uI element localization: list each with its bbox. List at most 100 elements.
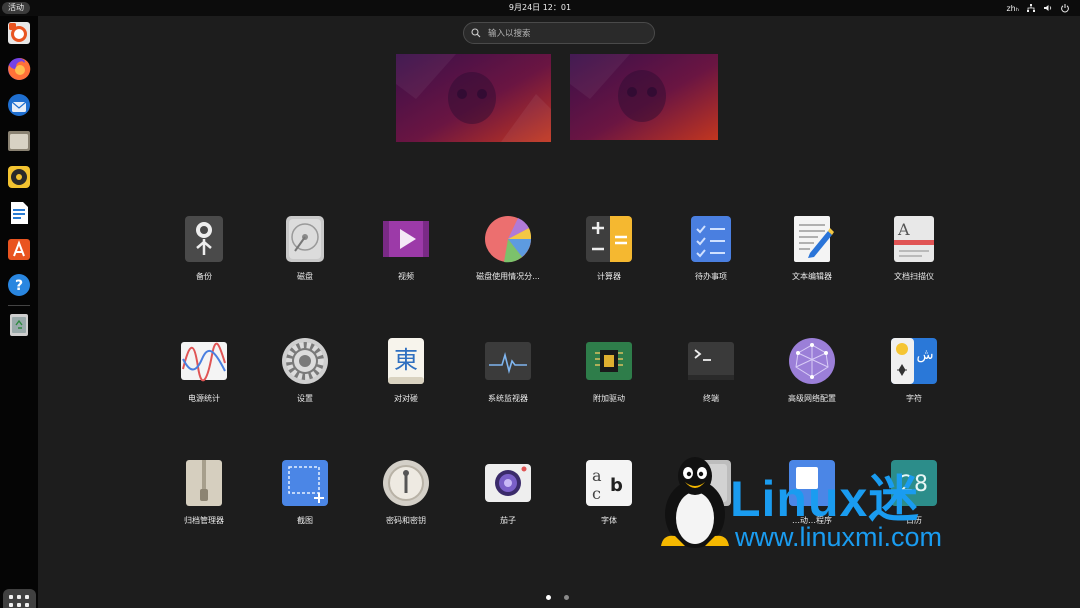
thunderbird-icon[interactable] — [6, 92, 32, 118]
app-fonts[interactable]: acb 字体 — [559, 459, 659, 526]
app-additional-drivers[interactable]: 附加驱动 — [559, 337, 659, 404]
app-passwords-keys[interactable]: 密码和密钥 — [356, 459, 456, 526]
search-field[interactable]: 输入以搜索 — [463, 22, 655, 44]
page-dot-1[interactable] — [546, 595, 551, 600]
app-label: 磁盘 — [297, 272, 313, 281]
software-updater-icon[interactable] — [6, 20, 32, 46]
app-document-scanner[interactable]: A 文档扫描仪 — [864, 215, 964, 282]
document-scanner-icon: A — [894, 216, 934, 262]
dock-separator — [8, 305, 30, 306]
power-icon[interactable] — [1060, 3, 1070, 13]
app-characters[interactable]: ش 字符 — [864, 337, 964, 404]
svg-text:?: ? — [15, 278, 23, 294]
app-calculator[interactable]: 计算器 — [559, 215, 659, 282]
svg-text:東: 東 — [394, 346, 418, 374]
passwords-keys-icon — [383, 460, 429, 506]
clock[interactable]: 9月24日 12：01 — [0, 2, 1080, 14]
app-label: 电源统计 — [188, 394, 220, 403]
top-bar: 活动 9月24日 12：01 zhₕ — [0, 0, 1080, 16]
network-icon[interactable] — [1026, 3, 1036, 13]
workspace-thumbnail-1[interactable] — [396, 54, 551, 142]
tux-penguin-logo — [661, 457, 729, 548]
videos-icon — [383, 221, 429, 257]
svg-text:a: a — [592, 466, 602, 485]
svg-text:b: b — [610, 475, 623, 496]
archive-manager-icon — [186, 460, 222, 506]
system-monitor-icon — [485, 342, 531, 380]
system-tray[interactable]: zhₕ — [1006, 2, 1070, 14]
calculator-icon — [586, 216, 632, 262]
cheese-icon — [485, 464, 531, 502]
power-statistics-icon — [181, 342, 227, 382]
svg-text:c: c — [592, 484, 601, 503]
app-center-icon[interactable] — [6, 236, 32, 262]
dock: ? — [0, 16, 38, 608]
app-label: 高级网络配置 — [788, 394, 836, 403]
firefox-icon[interactable] — [6, 56, 32, 82]
trash-icon[interactable] — [6, 312, 32, 338]
app-videos[interactable]: 视频 — [356, 215, 456, 282]
svg-text:A: A — [897, 220, 910, 239]
app-label: 计算器 — [597, 272, 621, 281]
characters-icon: ش — [891, 338, 937, 384]
app-label: 待办事项 — [695, 272, 727, 281]
app-disk-usage[interactable]: 磁盘使用情况分... — [458, 215, 558, 282]
watermark-title: Linux迷 — [730, 471, 920, 527]
todo-icon — [691, 216, 731, 262]
app-label: 对对碰 — [394, 394, 418, 403]
watermark-url: www.linuxmi.com — [735, 522, 943, 552]
page-indicator[interactable] — [546, 595, 569, 600]
app-settings[interactable]: 设置 — [255, 337, 355, 404]
app-label: 设置 — [297, 394, 313, 403]
volume-icon[interactable] — [1043, 3, 1053, 13]
show-apps-button[interactable] — [3, 589, 36, 608]
terminal-icon — [688, 342, 734, 380]
language-indicator[interactable]: zhₕ — [1006, 4, 1019, 13]
workspace-thumbnail-2[interactable] — [570, 54, 725, 142]
app-label: 茄子 — [500, 516, 516, 525]
app-label: 文本编辑器 — [792, 272, 832, 281]
text-editor-icon — [794, 216, 834, 262]
app-label: 归档管理器 — [184, 516, 224, 525]
fonts-icon: ac b — [586, 460, 632, 506]
app-todo[interactable]: 待办事项 — [661, 215, 761, 282]
app-label: 系统监视器 — [488, 394, 528, 403]
app-network-config[interactable]: 高级网络配置 — [762, 337, 862, 404]
app-system-monitor[interactable]: 系统监视器 — [458, 337, 558, 404]
additional-drivers-icon — [586, 342, 632, 380]
app-label: 文档扫描仪 — [894, 272, 934, 281]
app-mahjongg[interactable]: 東 对对碰 — [356, 337, 456, 404]
settings-icon — [282, 338, 328, 384]
app-terminal[interactable]: 终端 — [661, 337, 761, 404]
app-screenshot[interactable]: 截图 — [255, 459, 355, 526]
mahjongg-icon: 東 — [388, 338, 424, 384]
app-label: 截图 — [297, 516, 313, 525]
app-label: 备份 — [196, 272, 212, 281]
activities-button[interactable]: 活动 — [2, 2, 30, 14]
app-text-editor[interactable]: 文本编辑器 — [762, 215, 862, 282]
page-dot-2[interactable] — [564, 595, 569, 600]
disks-icon — [286, 216, 324, 262]
libreoffice-writer-icon[interactable] — [6, 200, 32, 226]
app-power-statistics[interactable]: 电源统计 — [154, 337, 254, 404]
app-label: 磁盘使用情况分... — [476, 272, 540, 281]
disk-usage-icon — [485, 216, 532, 263]
svg-text:ش: ش — [916, 347, 933, 363]
files-icon[interactable] — [6, 128, 32, 154]
network-config-icon — [789, 338, 835, 384]
screenshot-icon — [282, 460, 328, 506]
app-label: 终端 — [703, 394, 719, 403]
search-placeholder: 输入以搜索 — [488, 29, 531, 39]
backup-icon — [185, 216, 223, 262]
app-cheese[interactable]: 茄子 — [458, 459, 558, 526]
app-label: 字符 — [906, 394, 922, 403]
search-icon — [471, 28, 481, 38]
app-label: 字体 — [601, 516, 617, 525]
help-icon[interactable]: ? — [6, 272, 32, 298]
rhythmbox-icon[interactable] — [6, 164, 32, 190]
app-label: 视频 — [398, 272, 414, 281]
app-label: 密码和密钥 — [386, 516, 426, 525]
app-archive-manager[interactable]: 归档管理器 — [154, 459, 254, 526]
app-backup[interactable]: 备份 — [154, 215, 254, 282]
app-disks[interactable]: 磁盘 — [255, 215, 355, 282]
